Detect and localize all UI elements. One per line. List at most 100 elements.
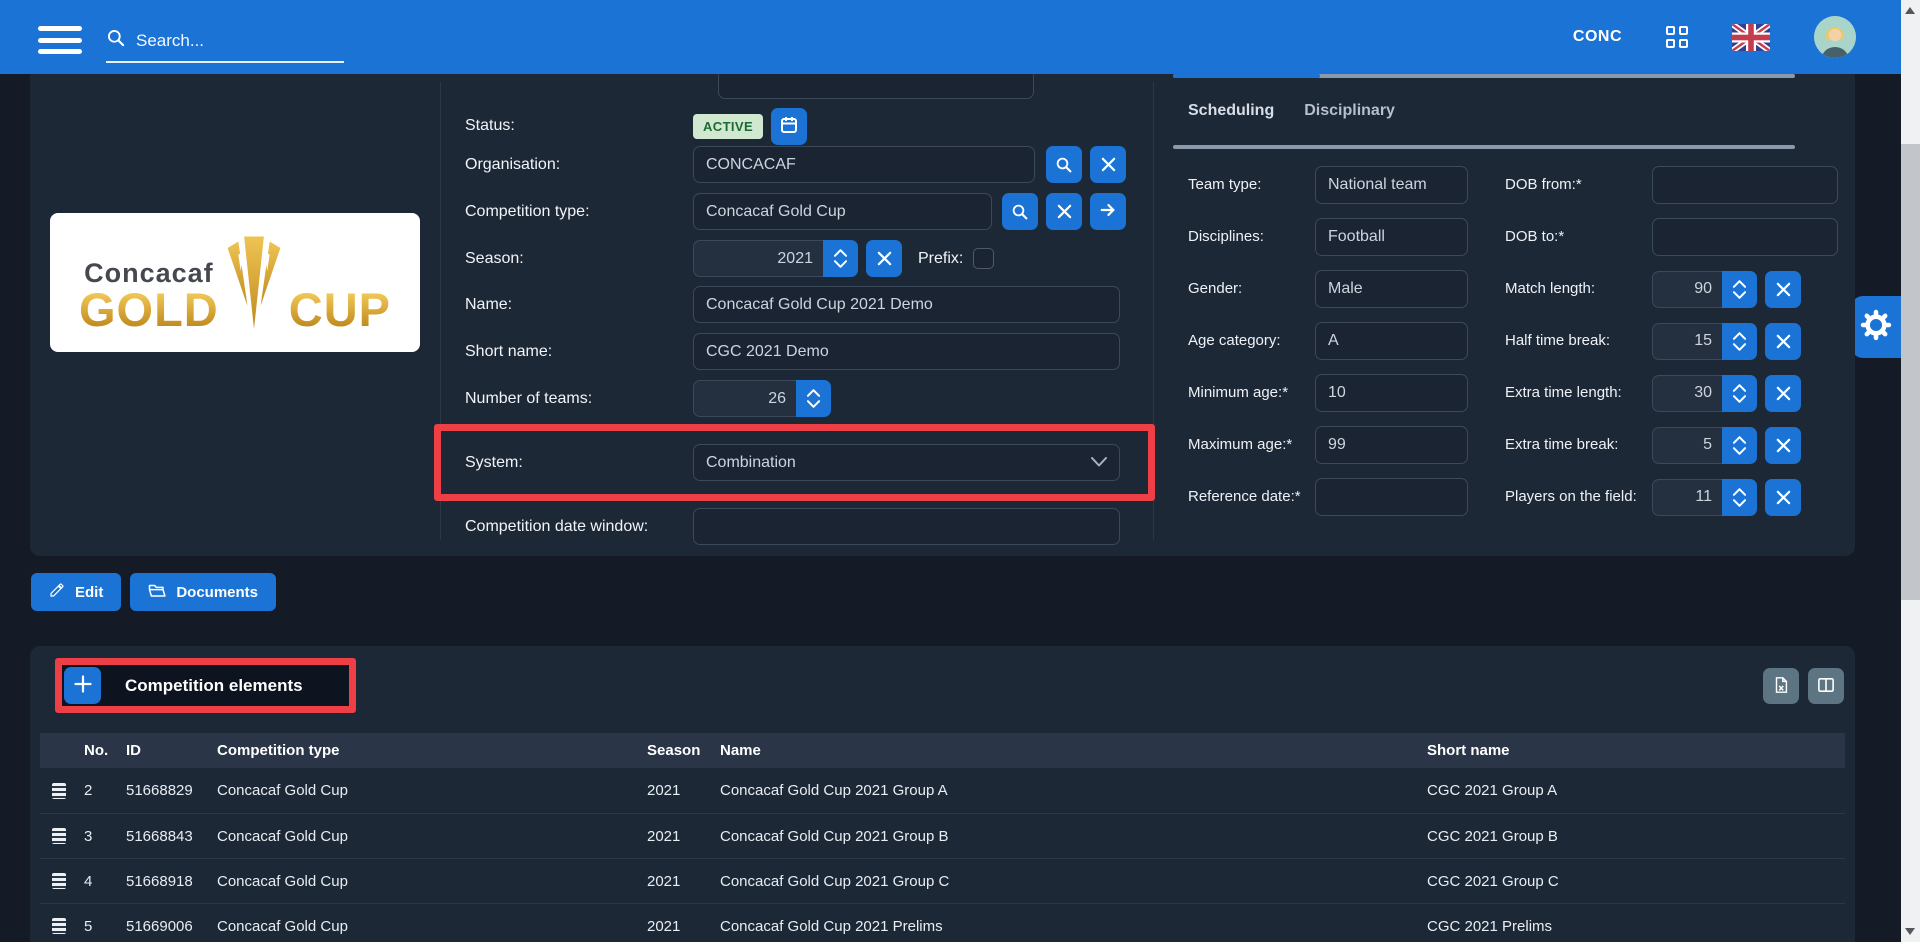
- cell-id: 51669006: [126, 918, 217, 935]
- row-grip-icon[interactable]: [52, 873, 66, 889]
- cell-no: 2: [84, 782, 126, 799]
- clear-button[interactable]: [1765, 375, 1801, 412]
- season-input[interactable]: [693, 240, 823, 277]
- season-spinner[interactable]: [823, 240, 858, 277]
- status-badge: ACTIVE: [693, 114, 763, 139]
- user-avatar[interactable]: [1814, 16, 1856, 58]
- organisation-clear-button[interactable]: [1090, 146, 1126, 183]
- number-of-teams-spinner[interactable]: [796, 380, 831, 417]
- cell-no: 4: [84, 873, 126, 890]
- panel-field-label: DOB from:*: [1505, 176, 1652, 195]
- panel-field-label: Match length:: [1505, 280, 1652, 299]
- panel-text-input[interactable]: [1315, 426, 1468, 464]
- cell-no: 5: [84, 918, 126, 935]
- panel-text-input[interactable]: [1315, 322, 1468, 360]
- panel-field-label: Players on the field:: [1505, 488, 1652, 507]
- tab-scheduling[interactable]: Scheduling: [1188, 102, 1274, 120]
- competition-type-search-button[interactable]: [1002, 193, 1038, 230]
- excel-file-icon: [1772, 676, 1790, 697]
- tab-scroll-indicator[interactable]: [1173, 74, 1795, 78]
- language-flag-uk[interactable]: [1732, 24, 1770, 51]
- row-grip-icon[interactable]: [52, 783, 66, 799]
- table-row[interactable]: 5 51669006 Concacaf Gold Cup 2021 Concac…: [40, 903, 1845, 942]
- cell-competition-type: Concacaf Gold Cup: [217, 918, 647, 935]
- global-search: [106, 28, 344, 63]
- cell-id: 51668918: [126, 873, 217, 890]
- col-id: ID: [126, 742, 217, 759]
- panel-field-label: Maximum age:*: [1188, 436, 1315, 455]
- panel-field-label: Team type:: [1188, 176, 1315, 195]
- cell-competition-type: Concacaf Gold Cup: [217, 828, 647, 845]
- page-scrollbar[interactable]: [1901, 0, 1920, 942]
- row-grip-icon[interactable]: [52, 918, 66, 934]
- pencil-icon: [49, 582, 65, 602]
- panel-field-label: Disciplines:: [1188, 228, 1315, 247]
- season-clear-button[interactable]: [866, 240, 902, 277]
- cell-season: 2021: [647, 828, 720, 845]
- organisation-input[interactable]: [693, 146, 1035, 183]
- system-select[interactable]: Combination: [693, 444, 1120, 481]
- scrollbar-down-arrow[interactable]: [1905, 928, 1915, 935]
- competition-type-input[interactable]: [693, 193, 992, 230]
- competition-type-goto-button[interactable]: [1090, 193, 1126, 230]
- panel-number-input[interactable]: [1652, 427, 1722, 464]
- scrollbar-thumb[interactable]: [1901, 144, 1920, 600]
- add-element-button[interactable]: [64, 667, 101, 704]
- menu-icon[interactable]: [38, 26, 82, 54]
- cell-short-name: CGC 2021 Prelims: [1427, 918, 1845, 935]
- apps-grid-icon[interactable]: [1666, 26, 1688, 48]
- cell-short-name: CGC 2021 Group B: [1427, 828, 1845, 845]
- competition-type-clear-button[interactable]: [1046, 193, 1082, 230]
- section-title: Competition elements: [125, 676, 303, 696]
- row-grip-icon[interactable]: [52, 828, 66, 844]
- panel-text-input[interactable]: [1315, 270, 1468, 308]
- edit-button[interactable]: Edit: [31, 573, 121, 611]
- elements-table: No. ID Competition type Season Name Shor…: [40, 733, 1845, 942]
- elements-table-body: 2 51668829 Concacaf Gold Cup 2021 Concac…: [40, 768, 1845, 942]
- status-label: Status:: [465, 117, 693, 135]
- panel-text-input[interactable]: [1315, 166, 1468, 204]
- columns-button[interactable]: [1808, 668, 1844, 704]
- table-row[interactable]: 2 51668829 Concacaf Gold Cup 2021 Concac…: [40, 768, 1845, 813]
- system-select-value: Combination: [706, 454, 796, 472]
- number-of-teams-input[interactable]: [693, 380, 796, 417]
- columns-icon: [1817, 677, 1835, 696]
- export-excel-button[interactable]: [1763, 668, 1799, 704]
- documents-button[interactable]: Documents: [130, 573, 276, 611]
- settings-fab[interactable]: [1851, 296, 1901, 358]
- cropped-input[interactable]: [718, 74, 1034, 99]
- organisation-search-button[interactable]: [1046, 146, 1082, 183]
- tab-disciplinary[interactable]: Disciplinary: [1304, 102, 1395, 120]
- status-history-button[interactable]: [771, 108, 807, 145]
- panel-text-input[interactable]: [1315, 218, 1468, 256]
- clear-button[interactable]: [1765, 479, 1801, 516]
- panel-text-input[interactable]: [1652, 166, 1838, 204]
- panel-text-input[interactable]: [1315, 374, 1468, 412]
- prefix-checkbox[interactable]: [973, 248, 994, 269]
- table-row[interactable]: 3 51668843 Concacaf Gold Cup 2021 Concac…: [40, 813, 1845, 858]
- organisation-code-label[interactable]: CONC: [1573, 28, 1622, 46]
- clear-button[interactable]: [1765, 427, 1801, 464]
- spinner-buttons[interactable]: [1722, 271, 1757, 308]
- panel-number-input[interactable]: [1652, 323, 1722, 360]
- clear-button[interactable]: [1765, 323, 1801, 360]
- panel-number-input[interactable]: [1652, 375, 1722, 412]
- table-row[interactable]: 4 51668918 Concacaf Gold Cup 2021 Concac…: [40, 858, 1845, 903]
- spinner-buttons[interactable]: [1722, 323, 1757, 360]
- panel-number-input[interactable]: [1652, 271, 1722, 308]
- panel-number-input[interactable]: [1652, 479, 1722, 516]
- elements-table-header: No. ID Competition type Season Name Shor…: [40, 733, 1845, 768]
- panel-text-input[interactable]: [1652, 218, 1838, 256]
- search-input[interactable]: [136, 31, 316, 51]
- spinner-buttons[interactable]: [1722, 375, 1757, 412]
- name-input[interactable]: [693, 286, 1120, 323]
- date-window-input[interactable]: [693, 508, 1120, 545]
- tabs-divider: [1173, 145, 1795, 149]
- scrollbar-up-arrow[interactable]: [1905, 7, 1915, 14]
- short-name-input[interactable]: [693, 333, 1120, 370]
- spinner-buttons[interactable]: [1722, 479, 1757, 516]
- clear-button[interactable]: [1765, 271, 1801, 308]
- organisation-label: Organisation:: [465, 156, 693, 174]
- panel-text-input[interactable]: [1315, 478, 1468, 516]
- spinner-buttons[interactable]: [1722, 427, 1757, 464]
